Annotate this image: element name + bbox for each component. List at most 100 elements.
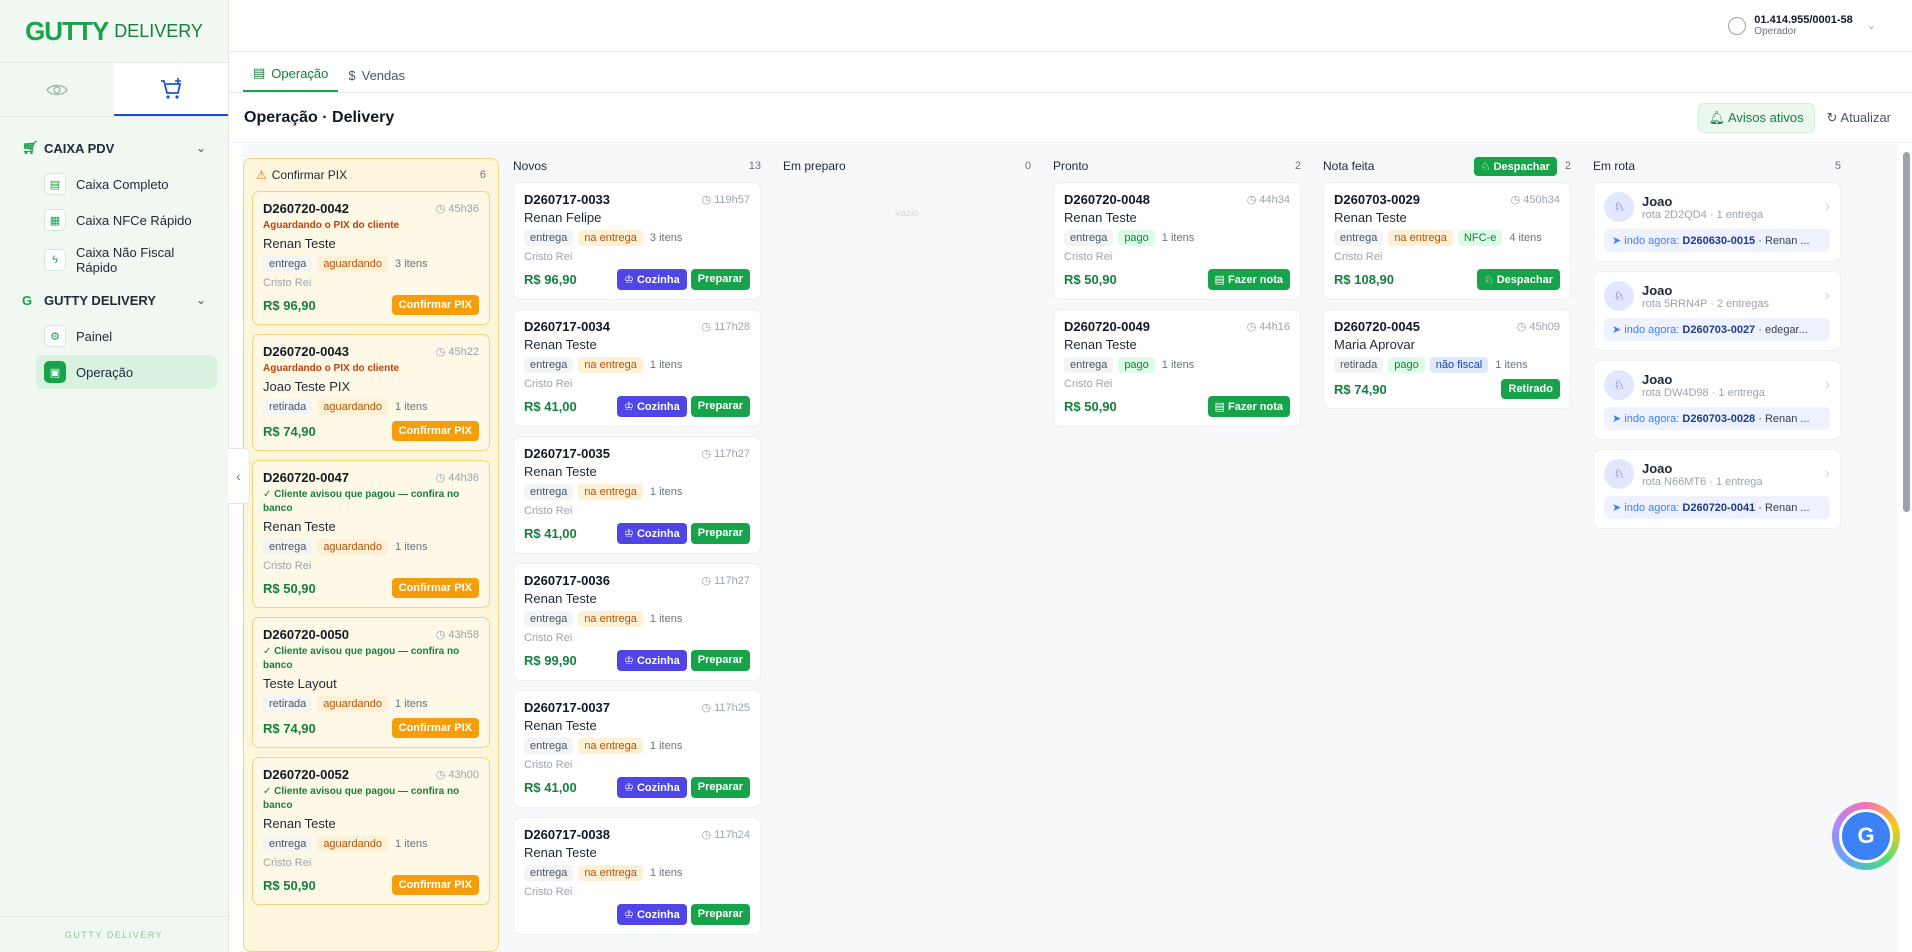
customer-name: Maria Aprovar (1334, 337, 1415, 352)
order-status-tag: na entrega (578, 357, 643, 373)
kitchen-button[interactable]: ♔ Cozinha (617, 650, 687, 671)
prepare-button[interactable]: Preparar (690, 269, 750, 290)
order-card[interactable]: D260720-0052 ◷ 43h00 ✓ Cliente avisou que … (252, 757, 490, 905)
order-elapsed: ◷ 45h09 (1517, 320, 1560, 333)
order-type-tag: entrega (524, 865, 574, 881)
bike-icon: ♘ (1604, 281, 1634, 311)
kitchen-button[interactable]: ♔ Cozinha (617, 777, 687, 798)
rider-card[interactable]: ♘ Joao rota N66MT6 · 1 entrega › ➤ indo agor… (1593, 449, 1841, 529)
order-card[interactable]: D260717-0033 ◷ 119h57 Renan Felipe entrega n… (513, 182, 761, 300)
confirm-pix-button[interactable]: Confirmar PIX (391, 578, 479, 598)
customer-name: Renan Teste (524, 337, 597, 352)
card-header: D260720-0049 ◷ 44h16 (1064, 319, 1290, 334)
warning-icon: ⚠ (256, 168, 267, 182)
order-card[interactable]: D260717-0035 ◷ 117h27 Renan Teste entrega na… (513, 436, 761, 554)
order-tags: retirada aguardando 1 itens (263, 696, 479, 712)
neighborhood: Cristo Rei (524, 632, 573, 644)
kitchen-label: Cozinha (636, 909, 680, 921)
prepare-button[interactable]: Preparar (690, 523, 750, 544)
brand-logo[interactable]: GUTTY DELIVERY (0, 0, 228, 63)
prepare-button[interactable]: Preparar (690, 904, 750, 925)
current-label: indo agora: (1624, 235, 1680, 247)
confirm-pix-button[interactable]: Confirmar PIX (391, 875, 479, 895)
order-type-tag: entrega (263, 256, 313, 272)
order-card[interactable]: D260720-0042 ◷ 45h36 Aguardando o PIX do c… (252, 191, 490, 325)
sidebar-group-caixa-pdv[interactable]: 🛒︎ CAIXA PDV ⌄ (0, 131, 228, 165)
scrollbar[interactable] (1903, 152, 1910, 512)
sidebar-collapse-button[interactable]: ‹ (228, 448, 250, 504)
refresh-button[interactable]: ↻ Atualizar (1821, 104, 1897, 132)
rider-card[interactable]: ♘ Joao rota 2D2QD4 · 1 entrega › ➤ indo agor… (1593, 182, 1841, 262)
sidebar-tab-cart[interactable] (114, 63, 228, 116)
order-card[interactable]: D260717-0038 ◷ 117h24 Renan Teste entrega na… (513, 817, 761, 935)
elapsed-value: 450h34 (1523, 194, 1560, 206)
order-card[interactable]: D260720-0050 ◷ 43h58 ✓ Cliente avisou que … (252, 617, 490, 748)
rider-header: ♘ Joao rota 5RRN4P · 2 entregas › (1604, 281, 1830, 311)
document-icon: ▤ (1214, 274, 1228, 286)
card-actions: ♔ Cozinha Preparar (617, 396, 750, 417)
customer-name: Teste Layout (263, 676, 337, 691)
sidebar-item-caixa-nfce[interactable]: ▦ Caixa NFCe Rápido (36, 203, 217, 237)
picked-up-button[interactable]: Retirado (1501, 379, 1560, 399)
kitchen-button[interactable]: ♔ Cozinha (617, 396, 687, 417)
dispatch-button[interactable]: ♘ Despachar (1476, 269, 1560, 290)
prepare-button[interactable]: Preparar (690, 650, 750, 671)
rider-card[interactable]: ♘ Joao rota DW4D98 · 1 entrega › ➤ indo agor… (1593, 360, 1841, 440)
dollar-doc-icon: $ (348, 68, 356, 83)
order-card[interactable]: D260720-0043 ◷ 45h22 Aguardando o PIX do c… (252, 334, 490, 451)
order-card[interactable]: D260720-0048 ◷ 44h34 Renan Teste entrega pag… (1053, 182, 1301, 300)
current-delivery[interactable]: ➤ indo agora: D260720-0041 · Renan ... (1604, 496, 1830, 519)
confirm-pix-button[interactable]: Confirmar PIX (391, 295, 479, 315)
order-card[interactable]: D260717-0036 ◷ 117h27 Renan Teste entrega na… (513, 563, 761, 681)
order-card[interactable]: D260720-0047 ◷ 44h36 ✓ Cliente avisou que … (252, 460, 490, 608)
user-menu[interactable]: 01.414.955/0001-58 Operador ⌄ (1728, 14, 1876, 37)
navigation-icon: ➤ (1612, 324, 1625, 336)
card-header: D260717-0033 ◷ 119h57 (524, 192, 750, 207)
assistant-button[interactable]: G (1832, 802, 1900, 870)
current-customer: · Renan ... (1758, 413, 1810, 425)
card-header: D260720-0042 ◷ 45h36 (263, 201, 479, 216)
sidebar-item-caixa-nao-fiscal[interactable]: ϟ Caixa Não Fiscal Rápido (36, 239, 217, 281)
sidebar-tab-view[interactable] (0, 63, 114, 116)
kitchen-button[interactable]: ♔ Cozinha (617, 269, 687, 290)
order-tags: entrega na entrega 3 itens (524, 230, 750, 246)
current-delivery[interactable]: ➤ indo agora: D260630-0015 · Renan ... (1604, 229, 1830, 252)
sidebar-item-painel[interactable]: ⚙︎ Painel (36, 319, 217, 353)
current-delivery[interactable]: ➤ indo agora: D260703-0028 · Renan ... (1604, 407, 1830, 430)
rider-info: Joao rota DW4D98 · 1 entrega (1642, 372, 1765, 399)
order-card[interactable]: D260717-0037 ◷ 117h25 Renan Teste entrega na… (513, 690, 761, 808)
card-header: D260717-0037 ◷ 117h25 (524, 700, 750, 715)
order-card[interactable]: D260717-0034 ◷ 117h28 Renan Teste entrega na… (513, 309, 761, 427)
prepare-button[interactable]: Preparar (690, 396, 750, 417)
confirm-pix-button[interactable]: Confirmar PIX (391, 421, 479, 441)
kitchen-button[interactable]: ♔ Cozinha (617, 523, 687, 544)
order-card[interactable]: D260703-0029 ◷ 450h34 Renan Teste entrega na… (1323, 182, 1571, 300)
current-delivery[interactable]: ➤ indo agora: D260703-0027 · edegar... (1604, 318, 1830, 341)
column-header: ⚠ Confirmar PIX 6 (248, 163, 494, 187)
kitchen-button[interactable]: ♔ Cozinha (617, 904, 687, 925)
make-invoice-button[interactable]: ▤ Fazer nota (1207, 396, 1290, 417)
confirm-pix-button[interactable]: Confirmar PIX (391, 718, 479, 738)
sidebar-group-gutty-delivery[interactable]: G GUTTY DELIVERY ⌄ (0, 283, 228, 317)
customer-name: Joao Teste PIX (263, 379, 351, 394)
order-tags: retirada aguardando 1 itens (263, 399, 479, 415)
action-label: Confirmar PIX (398, 582, 472, 594)
order-card[interactable]: D260720-0045 ◷ 45h09 Maria Aprovar retirada… (1323, 309, 1571, 409)
alerts-button[interactable]: 🔔︎ Avisos ativos (1697, 102, 1815, 133)
sidebar-item-caixa-completo[interactable]: ▤ Caixa Completo (36, 167, 217, 201)
dispatch-all-button[interactable]: ♘ Despachar (1473, 156, 1557, 176)
card-actions: ▤ Fazer nota (1207, 396, 1290, 417)
make-invoice-button[interactable]: ▤ Fazer nota (1207, 269, 1290, 290)
tab-vendas[interactable]: $ Vendas (338, 68, 415, 92)
order-card[interactable]: D260720-0049 ◷ 44h16 Renan Teste entrega pag… (1053, 309, 1301, 427)
rider-card[interactable]: ♘ Joao rota 5RRN4P · 2 entregas › ➤ indo ago… (1593, 271, 1841, 351)
clock-icon: ◷ (1246, 194, 1260, 206)
tab-operacao[interactable]: ▤ Operação (243, 65, 339, 92)
cart-icon: ▣ (44, 361, 66, 383)
neighborhood: Cristo Rei (263, 277, 312, 289)
clock-icon: ◷ (435, 629, 449, 641)
assistant-avatar: G (1839, 809, 1893, 863)
prepare-button[interactable]: Preparar (690, 777, 750, 798)
sidebar-item-operacao[interactable]: ▣ Operação (36, 355, 217, 389)
chef-hat-icon: ♔ (624, 909, 637, 921)
